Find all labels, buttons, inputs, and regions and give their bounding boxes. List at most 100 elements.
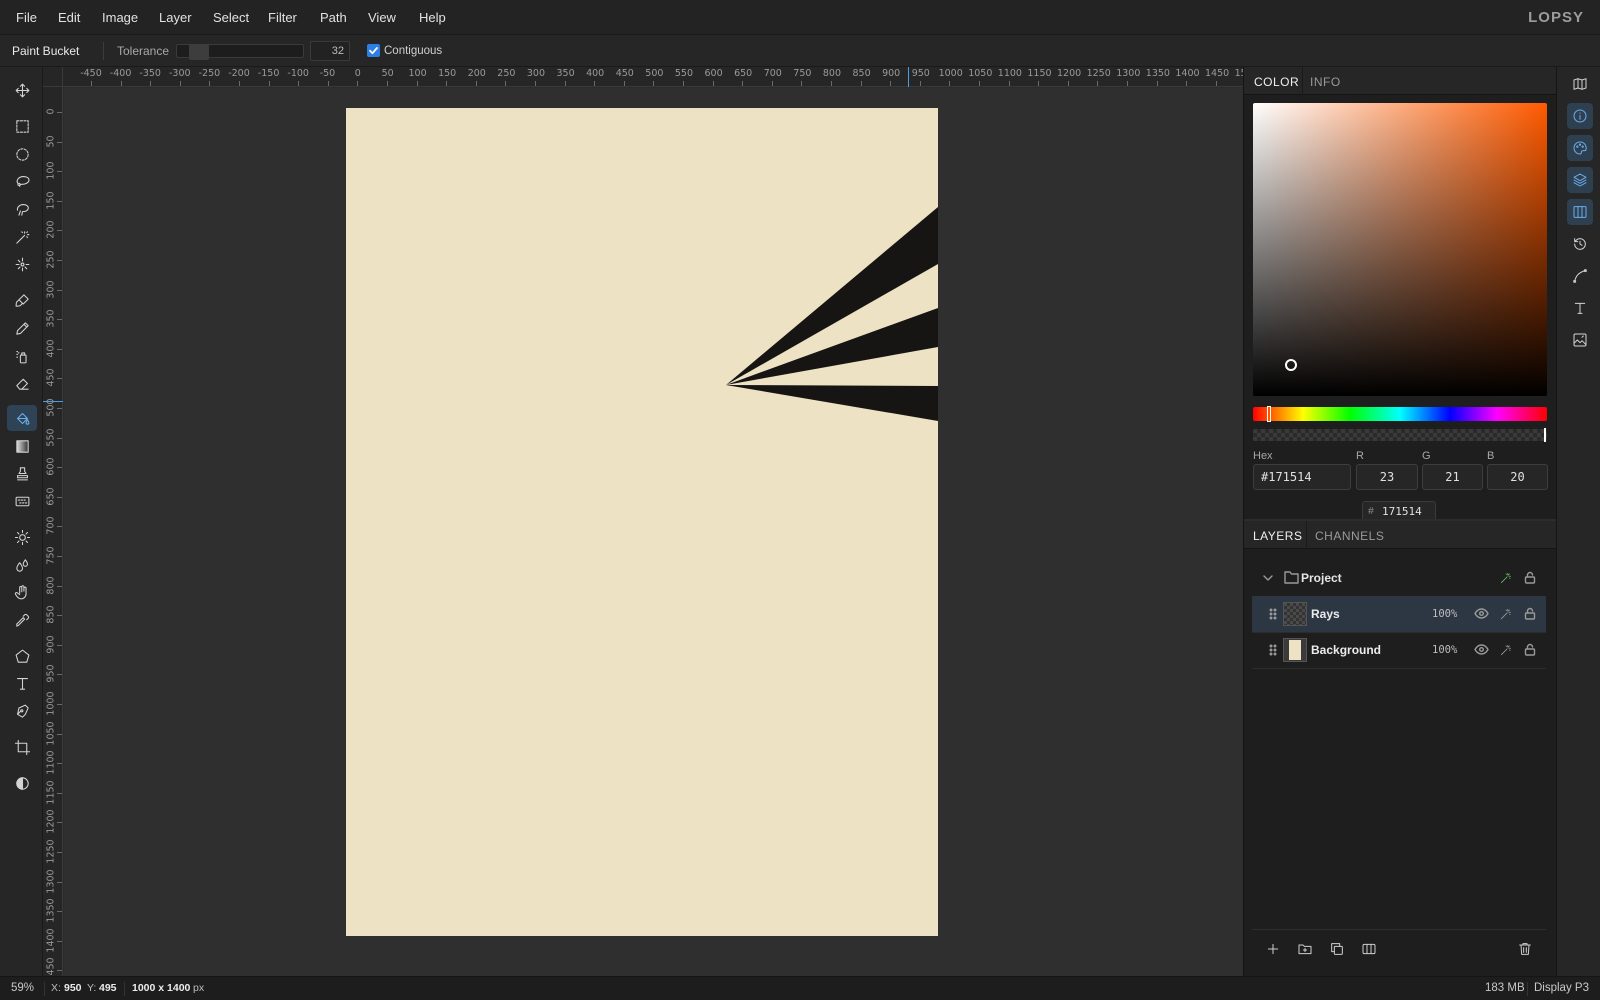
effects-icon[interactable] bbox=[1499, 643, 1513, 657]
add-layer-button[interactable] bbox=[1265, 941, 1281, 960]
blur-tool[interactable] bbox=[7, 552, 37, 578]
ruler-tick bbox=[57, 260, 62, 261]
droplets-icon bbox=[15, 558, 28, 572]
document-canvas[interactable] bbox=[346, 108, 938, 936]
menu-image[interactable]: Image bbox=[102, 10, 138, 25]
ruler-tick-label: -300 bbox=[169, 68, 191, 79]
lock-icon[interactable] bbox=[1524, 607, 1536, 620]
pencil-tool[interactable] bbox=[7, 315, 37, 341]
paint-bucket-tool[interactable] bbox=[7, 405, 37, 431]
eye-icon[interactable] bbox=[1474, 644, 1489, 655]
duplicate-layer-button[interactable] bbox=[1329, 941, 1345, 960]
lock-icon[interactable] bbox=[1524, 643, 1536, 656]
magic-wand-tool[interactable] bbox=[7, 224, 37, 250]
tolerance-slider-handle[interactable] bbox=[189, 44, 209, 60]
brush-tool[interactable] bbox=[7, 287, 37, 313]
hand-tool[interactable] bbox=[7, 579, 37, 605]
menu-filter[interactable]: Filter bbox=[268, 10, 297, 25]
dodge-tool[interactable] bbox=[7, 524, 37, 550]
effects-icon[interactable] bbox=[1499, 571, 1513, 585]
color-mode-toggle[interactable] bbox=[7, 770, 37, 796]
menu-help[interactable]: Help bbox=[419, 10, 446, 25]
ruler-tick-label: 500 bbox=[645, 68, 664, 79]
lasso-tool[interactable] bbox=[7, 168, 37, 194]
eyedropper-tool[interactable] bbox=[7, 607, 37, 633]
eraser-tool[interactable] bbox=[7, 370, 37, 396]
b-input[interactable]: 20 bbox=[1487, 464, 1548, 490]
paths-panel-button[interactable] bbox=[1567, 263, 1593, 289]
channels-panel-button[interactable] bbox=[1567, 199, 1593, 225]
ruler-tick-label: 750 bbox=[793, 68, 812, 79]
crop-tool[interactable] bbox=[7, 734, 37, 760]
hue-slider[interactable] bbox=[1253, 406, 1547, 422]
alpha-slider-handle[interactable] bbox=[1544, 428, 1546, 442]
layer-mask-button[interactable] bbox=[1361, 941, 1377, 960]
contiguous-checkbox[interactable] bbox=[367, 44, 380, 57]
character-panel-button[interactable] bbox=[1567, 295, 1593, 321]
ruler-tick bbox=[57, 378, 62, 380]
lock-icon[interactable] bbox=[1524, 571, 1536, 584]
magnetic-lasso-tool[interactable] bbox=[7, 196, 37, 222]
chevron-down-icon[interactable] bbox=[1263, 573, 1273, 583]
hue-slider-handle[interactable] bbox=[1267, 406, 1271, 422]
spray-tool[interactable] bbox=[7, 343, 37, 369]
color-saturation-value-picker[interactable] bbox=[1253, 103, 1547, 396]
pen-tool[interactable] bbox=[7, 698, 37, 724]
quick-select-tool[interactable] bbox=[7, 251, 37, 277]
type-tool[interactable] bbox=[7, 670, 37, 696]
add-group-button[interactable] bbox=[1297, 941, 1313, 960]
menu-select[interactable]: Select bbox=[213, 10, 249, 25]
menu-path[interactable]: Path bbox=[320, 10, 347, 25]
status-divider bbox=[1527, 982, 1528, 996]
layer-row-rays[interactable]: Rays 100% bbox=[1252, 596, 1546, 633]
layer-row-background[interactable]: Background 100% bbox=[1252, 632, 1546, 669]
info-panel-button[interactable] bbox=[1567, 103, 1593, 129]
ruler-tick bbox=[57, 526, 62, 528]
layer-opacity[interactable]: 100% bbox=[1432, 644, 1457, 656]
tab-channels[interactable]: CHANNELS bbox=[1315, 529, 1384, 543]
history-panel-button[interactable] bbox=[1567, 231, 1593, 257]
tab-color[interactable]: COLOR bbox=[1254, 75, 1299, 89]
tolerance-value-input[interactable]: 32 bbox=[310, 41, 350, 61]
gradient-tool[interactable] bbox=[7, 433, 37, 459]
active-tool-name: Paint Bucket bbox=[12, 44, 80, 58]
eye-icon[interactable] bbox=[1474, 608, 1489, 619]
ellipse-select-tool[interactable] bbox=[7, 141, 37, 167]
menu-layer[interactable]: Layer bbox=[159, 10, 192, 25]
color-panel-button[interactable] bbox=[1567, 135, 1593, 161]
r-input[interactable]: 23 bbox=[1356, 464, 1418, 490]
move-tool[interactable] bbox=[7, 77, 37, 103]
g-input[interactable]: 21 bbox=[1422, 464, 1483, 490]
zoom-level[interactable]: 59% bbox=[11, 982, 34, 994]
layers-panel-button[interactable] bbox=[1567, 167, 1593, 193]
alpha-slider[interactable] bbox=[1253, 428, 1547, 442]
stamp-tool[interactable] bbox=[7, 460, 37, 486]
navigator-button[interactable] bbox=[1567, 71, 1593, 97]
menu-edit[interactable]: Edit bbox=[58, 10, 80, 25]
delete-layer-button[interactable] bbox=[1517, 941, 1533, 960]
color-picker-handle[interactable] bbox=[1285, 359, 1297, 371]
tab-layers[interactable]: LAYERS bbox=[1253, 529, 1302, 543]
menu-view[interactable]: View bbox=[368, 10, 396, 25]
shape-tool[interactable] bbox=[7, 643, 37, 669]
horizontal-ruler: -450 -400 -350 -300 -250 -200 -150 -100 -50 0 50 10… bbox=[43, 67, 1243, 87]
drag-handle-icon[interactable] bbox=[1269, 608, 1277, 620]
menu-file[interactable]: File bbox=[16, 10, 37, 25]
effects-icon[interactable] bbox=[1499, 607, 1513, 621]
hex-code-display[interactable]: # 171514 bbox=[1362, 501, 1436, 519]
ruler-tick bbox=[57, 792, 62, 794]
tolerance-slider[interactable] bbox=[176, 44, 304, 60]
ruler-tick bbox=[446, 81, 448, 86]
hex-input[interactable]: #171514 bbox=[1253, 464, 1351, 490]
pattern-tool[interactable] bbox=[7, 488, 37, 514]
layer-opacity[interactable]: 100% bbox=[1432, 608, 1457, 620]
image-adjust-button[interactable] bbox=[1567, 327, 1593, 353]
ruler-tick bbox=[57, 674, 62, 676]
layer-thumbnail-rays bbox=[1283, 602, 1307, 626]
drag-handle-icon[interactable] bbox=[1269, 644, 1277, 656]
ruler-tick bbox=[239, 81, 240, 86]
tab-info[interactable]: INFO bbox=[1310, 75, 1341, 89]
rectangle-select-tool[interactable] bbox=[7, 113, 37, 139]
layer-group-project[interactable]: Project bbox=[1252, 560, 1546, 597]
ruler-corner bbox=[43, 67, 63, 87]
